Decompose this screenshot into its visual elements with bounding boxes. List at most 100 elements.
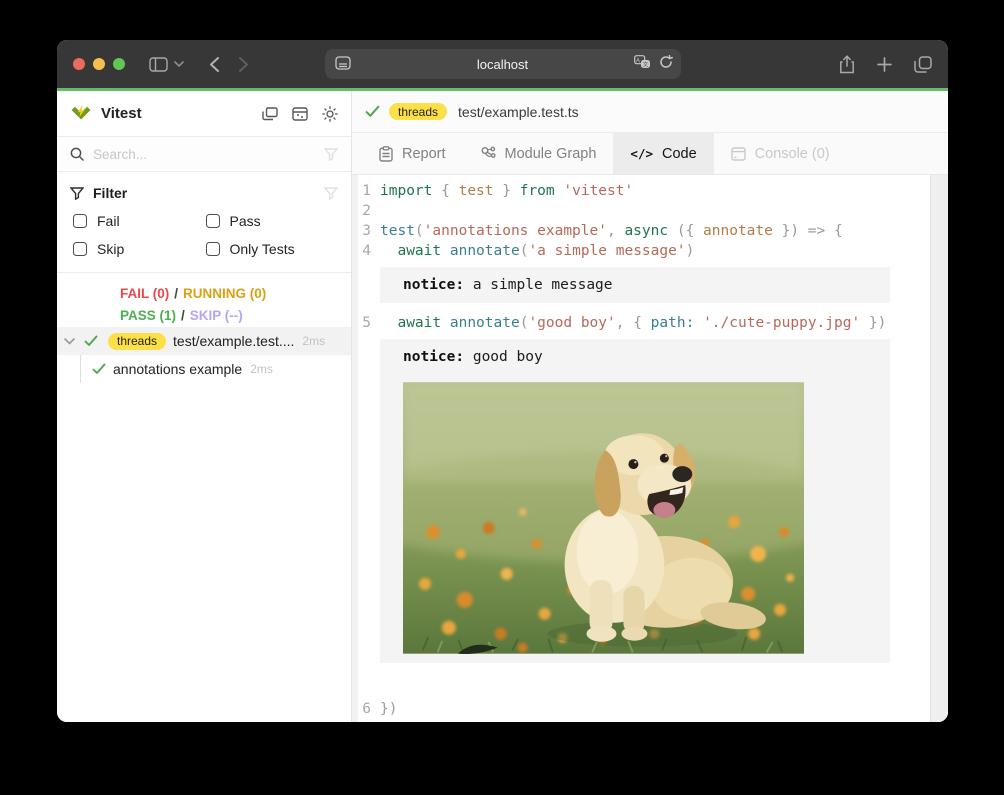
pass-count: PASS (1) <box>120 308 176 323</box>
app-title: Vitest <box>101 105 142 122</box>
svg-text:文: 文 <box>642 60 648 68</box>
new-tab-button[interactable] <box>877 57 892 72</box>
share-icon <box>839 55 855 74</box>
dashboard-button[interactable] <box>292 107 308 121</box>
checkbox-only-tests-label: Only Tests <box>230 241 295 257</box>
code-line: 4 await annotate('a simple message') <box>352 241 930 261</box>
tab-code[interactable]: </> Code <box>613 133 713 174</box>
chevron-down-icon[interactable] <box>64 338 75 345</box>
address-bar[interactable]: localhost A文 <box>325 49 681 79</box>
skip-count: SKIP (--) <box>190 308 243 323</box>
fail-count: FAIL (0) <box>120 286 169 301</box>
sidebar-header: Vitest <box>57 91 351 137</box>
test-duration: 2ms <box>250 362 273 376</box>
test-tree: threads test/example.test.... 2ms annota… <box>57 327 351 383</box>
file-header: threads test/example.test.ts <box>352 91 948 133</box>
sun-icon <box>322 106 338 122</box>
main-panel: threads test/example.test.ts Report Modu… <box>352 91 948 722</box>
notice-text: notice: a simple message <box>403 276 890 294</box>
test-file-name: test/example.test.... <box>173 333 294 349</box>
dashboard-icon <box>292 107 308 121</box>
tab-console[interactable]: Console (0) <box>714 133 847 174</box>
forward-button[interactable] <box>239 57 248 72</box>
console-icon <box>731 147 746 161</box>
code-line: 1import { test } from 'vitest' <box>352 181 930 201</box>
sidebar-toggle-button[interactable] <box>149 57 168 72</box>
collapse-windows-button[interactable] <box>262 107 278 121</box>
zoom-window-button[interactable] <box>113 58 125 70</box>
browser-window: localhost A文 <box>57 40 948 722</box>
puppy-image <box>403 382 804 654</box>
module-graph-icon <box>480 146 496 162</box>
notice-text: notice: good boy <box>403 348 890 366</box>
view-tabs: Report Module Graph </> Code Console (0) <box>352 133 948 175</box>
tab-report[interactable]: Report <box>362 133 463 174</box>
search-icon <box>70 147 84 161</box>
report-icon <box>379 146 393 162</box>
clear-filter-icon[interactable] <box>324 187 338 200</box>
search-bar <box>57 137 351 172</box>
code-lines: 1import { test } from 'vitest'23test('an… <box>352 181 930 722</box>
code-icon: </> <box>630 146 653 161</box>
chevron-down-icon <box>174 61 184 67</box>
checkbox-skip-label: Skip <box>97 241 124 257</box>
theme-toggle-button[interactable] <box>322 106 338 122</box>
traffic-lights <box>73 58 125 70</box>
tab-overview-icon <box>914 56 932 73</box>
filter-funnel-icon <box>70 187 84 200</box>
code-line: 5 await annotate('good boy', { path: './… <box>352 313 930 333</box>
test-case-name: annotations example <box>113 361 242 377</box>
url-text: localhost <box>325 57 681 72</box>
annotation-notice: notice: a simple message <box>380 267 890 303</box>
close-window-button[interactable] <box>73 58 85 70</box>
tree-row-test-file[interactable]: threads test/example.test.... 2ms <box>57 327 351 355</box>
annotation-notice: notice: good boy <box>380 339 890 663</box>
pool-badge: threads <box>108 333 166 350</box>
svg-text:A: A <box>635 58 639 64</box>
file-path: test/example.test.ts <box>458 104 579 120</box>
tree-indent-guide <box>80 355 81 383</box>
back-icon <box>210 57 219 72</box>
checkbox-pass[interactable] <box>206 214 220 228</box>
code-line: 3test('annotations example', async ({ an… <box>352 221 930 241</box>
minimize-window-button[interactable] <box>93 58 105 70</box>
checkbox-skip[interactable] <box>73 242 87 256</box>
tab-overview-button[interactable] <box>914 56 932 73</box>
reader-icon <box>335 56 351 70</box>
back-button[interactable] <box>210 57 219 72</box>
vitest-sidebar: Vitest <box>57 91 352 722</box>
checkbox-only-tests[interactable] <box>206 242 220 256</box>
pass-check-icon <box>84 335 98 347</box>
code-viewer: 1import { test } from 'vitest'23test('an… <box>352 175 948 722</box>
windows-icon <box>262 107 278 121</box>
pass-check-icon <box>92 363 106 375</box>
reload-icon[interactable] <box>659 55 673 69</box>
checkbox-fail-label: Fail <box>97 213 120 229</box>
forward-icon <box>239 57 248 72</box>
code-line: 2 <box>352 201 930 221</box>
run-summary: FAIL (0)/RUNNING (0) PASS (1)/SKIP (--) <box>57 273 351 327</box>
pass-check-icon <box>365 105 380 118</box>
running-count: RUNNING (0) <box>183 286 266 301</box>
pool-badge: threads <box>389 103 447 120</box>
sidebar-menu-chevron[interactable] <box>174 61 184 67</box>
plus-icon <box>877 57 892 72</box>
share-button[interactable] <box>839 55 855 74</box>
vitest-logo <box>70 104 92 124</box>
vertical-scrollbar[interactable] <box>930 175 948 722</box>
code-line: 7 <box>352 719 930 722</box>
translate-icon[interactable]: A文 <box>634 55 651 69</box>
browser-titlebar: localhost A文 <box>57 40 948 88</box>
filter-title: Filter <box>93 185 127 201</box>
test-duration: 2ms <box>302 334 325 348</box>
code-line: 6}) <box>352 699 930 719</box>
filter-section: Filter Fail Pass Skip Only Tests <box>57 172 351 273</box>
checkbox-fail[interactable] <box>73 214 87 228</box>
clear-search-filter-icon[interactable] <box>324 148 338 161</box>
gutter-strip <box>352 175 358 722</box>
sidebar-icon <box>149 57 168 72</box>
tab-module-graph[interactable]: Module Graph <box>463 133 614 174</box>
tree-row-test-case[interactable]: annotations example 2ms <box>57 355 351 383</box>
checkbox-pass-label: Pass <box>230 213 261 229</box>
search-input[interactable] <box>93 147 324 162</box>
